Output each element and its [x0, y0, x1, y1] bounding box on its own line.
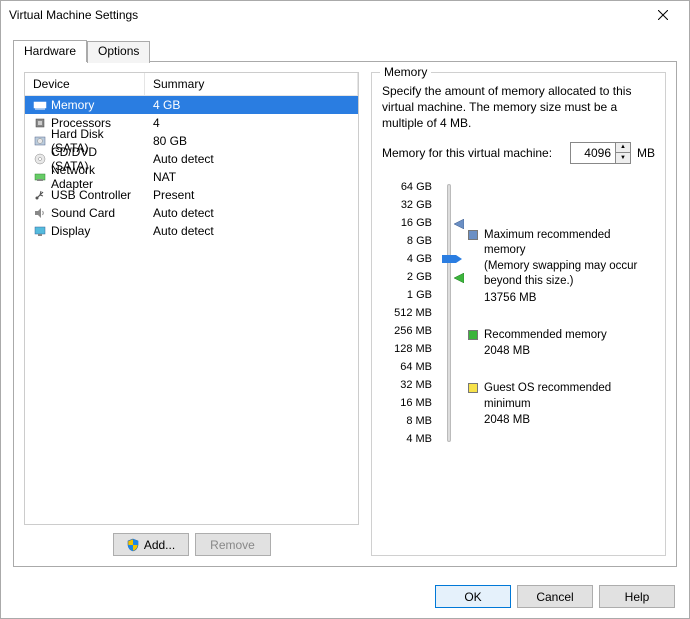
slider-tick-label: 1 GB — [382, 286, 432, 304]
slider-track — [447, 184, 451, 442]
remove-button-label: Remove — [210, 538, 255, 552]
shield-icon — [126, 538, 140, 552]
slider-thumb[interactable] — [442, 255, 456, 263]
legend-max: Maximum recommended memory (Memory swapp… — [468, 228, 655, 290]
device-table-header: Device Summary — [25, 73, 358, 96]
memory-group-title: Memory — [380, 65, 431, 79]
add-button[interactable]: Add... — [113, 533, 189, 556]
legend-min-value: 2048 MB — [484, 414, 655, 426]
legend-max-swatch — [468, 230, 478, 240]
settings-window: Virtual Machine Settings Hardware Option… — [0, 0, 690, 619]
slider-tick-label: 256 MB — [382, 322, 432, 340]
slider-tick-label: 128 MB — [382, 340, 432, 358]
device-name: Network Adapter — [51, 163, 137, 191]
legend-max-label: Maximum recommended memory — [484, 228, 655, 259]
remove-button: Remove — [195, 533, 271, 556]
hardware-panel: Device Summary Memory4 GBProcessors4Hard… — [13, 61, 677, 567]
memory-input-row: Memory for this virtual machine: ▲ ▼ MB — [382, 142, 655, 164]
slider-tick-label: 16 MB — [382, 394, 432, 412]
spinner-down[interactable]: ▼ — [616, 153, 630, 163]
device-summary: Auto detect — [145, 152, 358, 166]
slider-tick-label: 32 GB — [382, 196, 432, 214]
ok-button[interactable]: OK — [435, 585, 511, 608]
help-button[interactable]: Help — [599, 585, 675, 608]
legend-rec-label: Recommended memory — [484, 328, 607, 344]
slider-tick-label: 2 GB — [382, 268, 432, 286]
device-summary: Present — [145, 188, 358, 202]
cancel-button[interactable]: Cancel — [517, 585, 593, 608]
device-name: Display — [51, 224, 90, 238]
spinner-up[interactable]: ▲ — [616, 143, 630, 154]
max-marker — [454, 219, 464, 229]
nic-icon — [33, 170, 47, 184]
slider-tick-label: 32 MB — [382, 376, 432, 394]
memory-slider-area: 64 GB32 GB16 GB8 GB4 GB2 GB1 GB512 MB256… — [382, 178, 655, 448]
header-summary[interactable]: Summary — [145, 73, 358, 96]
titlebar: Virtual Machine Settings — [1, 1, 689, 29]
header-device[interactable]: Device — [25, 73, 145, 96]
device-table: Device Summary Memory4 GBProcessors4Hard… — [24, 72, 359, 525]
memory-input-label: Memory for this virtual machine: — [382, 146, 552, 160]
tab-options[interactable]: Options — [87, 41, 150, 63]
memory-group: Memory Specify the amount of memory allo… — [371, 72, 666, 556]
slider-tick-label: 8 GB — [382, 232, 432, 250]
add-button-label: Add... — [144, 538, 175, 552]
slider-tick-label: 64 MB — [382, 358, 432, 376]
device-name: USB Controller — [51, 188, 131, 202]
legend-min: Guest OS recommended minimum — [468, 381, 655, 412]
close-icon — [658, 10, 668, 20]
legend-max-note: (Memory swapping may occur beyond this s… — [484, 259, 655, 290]
table-row[interactable]: Memory 4 GB — [25, 96, 358, 114]
device-summary: 4 — [145, 116, 358, 130]
device-buttons: Add... Remove — [24, 533, 359, 556]
legend-rec: Recommended memory — [468, 328, 655, 344]
device-name: Memory — [51, 98, 94, 112]
slider-tick-label: 4 MB — [382, 430, 432, 448]
device-table-body: Memory4 GBProcessors4Hard Disk (SATA)80 … — [25, 96, 358, 240]
memory-legend: Maximum recommended memory (Memory swapp… — [468, 178, 655, 448]
device-name: Sound Card — [51, 206, 115, 220]
tab-hardware[interactable]: Hardware — [13, 40, 87, 62]
rec-marker — [454, 273, 464, 283]
memory-pane: Memory Specify the amount of memory allo… — [371, 72, 666, 556]
table-row[interactable]: Display Auto detect — [25, 222, 358, 240]
table-row[interactable]: Sound Card Auto detect — [25, 204, 358, 222]
close-button[interactable] — [643, 4, 683, 26]
device-list-pane: Device Summary Memory4 GBProcessors4Hard… — [24, 72, 359, 556]
memory-icon — [33, 98, 47, 112]
memory-spinner[interactable]: ▲ ▼ — [570, 142, 631, 164]
legend-max-value: 13756 MB — [484, 292, 655, 304]
sound-icon — [33, 206, 47, 220]
memory-input[interactable] — [571, 143, 615, 163]
slider-tick-label: 16 GB — [382, 214, 432, 232]
slider-tick-label: 8 MB — [382, 412, 432, 430]
slider-tick-label: 4 GB — [382, 250, 432, 268]
slider-tick-label: 512 MB — [382, 304, 432, 322]
window-title: Virtual Machine Settings — [9, 8, 138, 22]
device-summary: 4 GB — [145, 98, 358, 112]
display-icon — [33, 224, 47, 238]
spinner-buttons: ▲ ▼ — [615, 143, 630, 163]
legend-min-swatch — [468, 383, 478, 393]
memory-unit: MB — [637, 146, 655, 160]
device-summary: Auto detect — [145, 206, 358, 220]
table-row[interactable]: Network AdapterNAT — [25, 168, 358, 186]
table-row[interactable]: USB Controller Present — [25, 186, 358, 204]
device-summary: NAT — [145, 170, 358, 184]
dialog-footer: OK Cancel Help — [1, 575, 689, 618]
tab-bar: Hardware Options — [13, 39, 677, 61]
legend-min-label: Guest OS recommended minimum — [484, 381, 655, 412]
usb-icon — [33, 188, 47, 202]
slider-tick-labels: 64 GB32 GB16 GB8 GB4 GB2 GB1 GB512 MB256… — [382, 178, 432, 448]
legend-rec-value: 2048 MB — [484, 345, 655, 357]
memory-slider[interactable] — [440, 178, 460, 448]
slider-tick-label: 64 GB — [382, 178, 432, 196]
content-area: Hardware Options Device Summary Memory 4 … — [1, 29, 689, 575]
device-summary: Auto detect — [145, 224, 358, 238]
memory-description: Specify the amount of memory allocated t… — [382, 83, 655, 132]
legend-rec-swatch — [468, 330, 478, 340]
device-summary: 80 GB — [145, 134, 358, 148]
